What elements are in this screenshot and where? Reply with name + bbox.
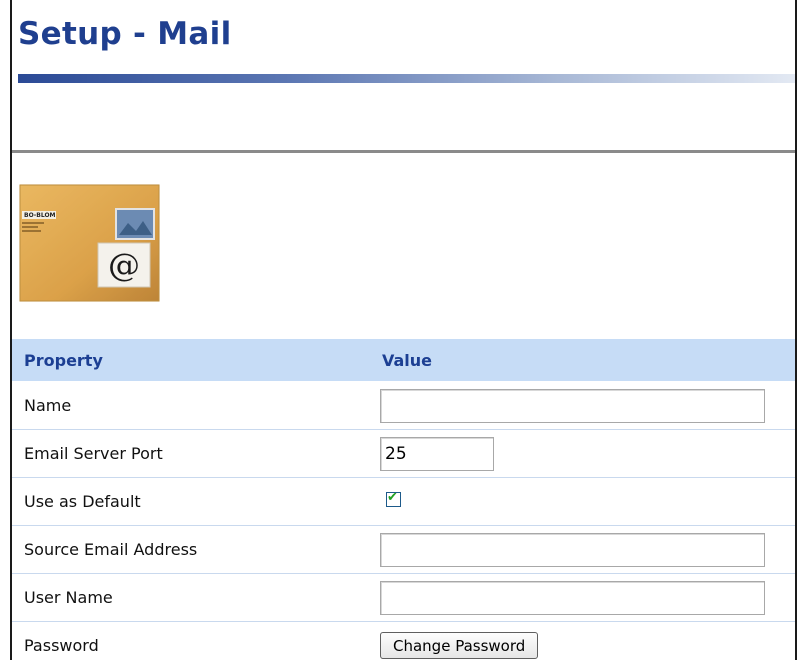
envelope-label-text: BO-BLOM xyxy=(24,212,56,219)
property-label-email-server-port: Email Server Port xyxy=(12,430,370,478)
table-header-row: Property Value xyxy=(12,339,795,382)
column-header-value: Value xyxy=(370,339,795,382)
property-label-password: Password xyxy=(12,622,370,669)
table-row: Email Server Port xyxy=(12,430,795,478)
property-label-user-name: User Name xyxy=(12,574,370,622)
table-row: Source Email Address xyxy=(12,526,795,574)
property-label-source-email-address: Source Email Address xyxy=(12,526,370,574)
use-as-default-checkbox[interactable]: ✔ xyxy=(386,492,401,507)
table-row: Use as Default ✔ xyxy=(12,478,795,526)
section-divider xyxy=(12,150,795,153)
mail-envelope-icon: BO-BLOM @ xyxy=(18,183,161,303)
table-row: Name xyxy=(12,382,795,430)
table-row: Password Change Password xyxy=(12,622,795,669)
name-input[interactable] xyxy=(380,389,765,423)
user-name-input[interactable] xyxy=(380,581,765,615)
email-server-port-input[interactable] xyxy=(380,437,494,471)
checkmark-icon: ✔ xyxy=(387,490,398,506)
change-password-button[interactable]: Change Password xyxy=(380,632,538,659)
property-label-name: Name xyxy=(12,382,370,430)
page-title: Setup - Mail xyxy=(18,16,232,52)
property-label-use-as-default: Use as Default xyxy=(12,478,370,526)
mail-settings-table: Property Value Name Email Server Port Us… xyxy=(12,339,795,669)
at-symbol-text: @ xyxy=(108,246,140,284)
source-email-address-input[interactable] xyxy=(380,533,765,567)
table-row: User Name xyxy=(12,574,795,622)
column-header-property: Property xyxy=(12,339,370,382)
title-gradient-bar xyxy=(18,74,795,83)
